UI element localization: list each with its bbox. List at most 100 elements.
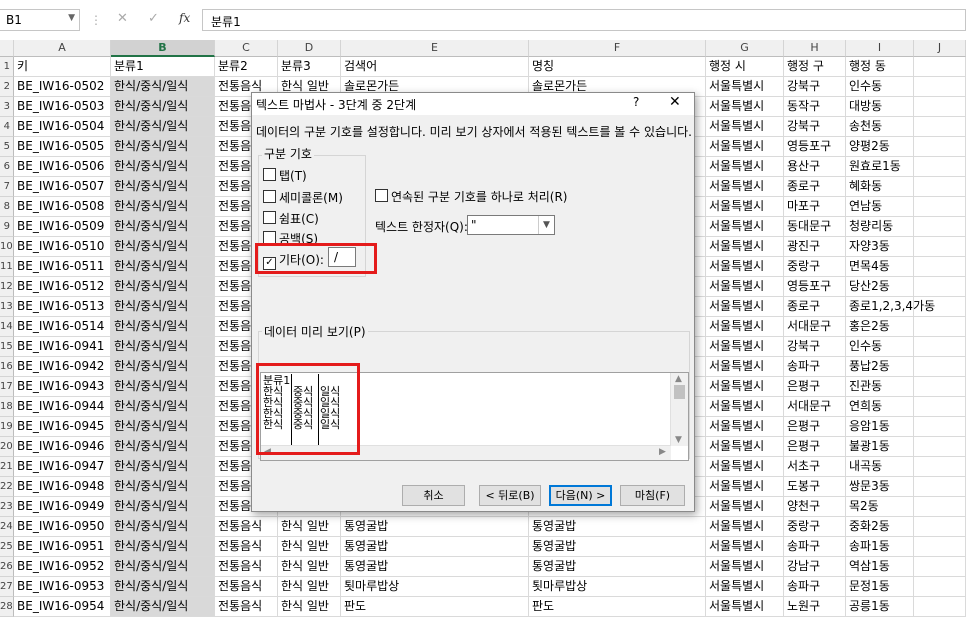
cell-j[interactable] [914,137,966,157]
scroll-down-icon[interactable]: ▼ [675,435,682,445]
cell-j[interactable] [914,597,966,617]
cell-a[interactable]: BE_IW16-0509 [14,217,111,237]
cell-b[interactable]: 한식/중식/일식 [111,157,215,177]
row-header[interactable]: 22 [0,477,14,497]
cell-b[interactable]: 한식/중식/일식 [111,537,215,557]
cell-j[interactable] [914,517,966,537]
cell-b[interactable]: 한식/중식/일식 [111,337,215,357]
cell-a[interactable]: BE_IW16-0942 [14,357,111,377]
cell-g[interactable]: 서울특별시 [706,237,784,257]
cell-b[interactable]: 한식/중식/일식 [111,257,215,277]
row-header[interactable]: 10 [0,237,14,257]
enter-icon[interactable]: ✓ [148,11,159,26]
checkbox-comma[interactable]: 쉼표(C) [263,210,319,227]
cell-j[interactable] [914,577,966,597]
cell-b[interactable]: 한식/중식/일식 [111,577,215,597]
cell-i[interactable]: 양평2동 [846,137,914,157]
cell-c[interactable]: 분류2 [215,57,278,77]
cell-i[interactable]: 인수동 [846,337,914,357]
cell-j[interactable] [914,457,966,477]
cell-a[interactable]: BE_IW16-0504 [14,117,111,137]
cell-i[interactable]: 자양3동 [846,237,914,257]
cell-i[interactable]: 연희동 [846,397,914,417]
qualifier-select[interactable]: " ▼ [467,215,555,235]
cell-j[interactable] [914,217,966,237]
column-header-f[interactable]: F [529,40,706,57]
cell-i[interactable]: 풍납2동 [846,357,914,377]
cell-i[interactable]: 혜화동 [846,177,914,197]
column-break-line[interactable] [291,374,292,448]
cell-e[interactable]: 통영굴밥 [341,557,529,577]
finish-button[interactable]: 마침(F) [620,485,685,506]
chevron-down-icon[interactable]: ▼ [68,13,75,23]
cell-b[interactable]: 한식/중식/일식 [111,277,215,297]
cell-b[interactable]: 한식/중식/일식 [111,137,215,157]
cell-h[interactable]: 은평구 [784,377,846,397]
scroll-thumb[interactable] [674,385,685,399]
checkbox-space[interactable]: 공백(S) [263,230,318,247]
cell-b[interactable]: 한식/중식/일식 [111,517,215,537]
cell-e[interactable]: 통영굴밥 [341,537,529,557]
row-header[interactable]: 8 [0,197,14,217]
cell-e[interactable]: 툇마루밥상 [341,577,529,597]
row-header[interactable]: 11 [0,257,14,277]
chevron-down-icon[interactable]: ▼ [538,216,554,234]
cell-b[interactable]: 한식/중식/일식 [111,597,215,617]
row-header[interactable]: 14 [0,317,14,337]
cell-b[interactable]: 한식/중식/일식 [111,197,215,217]
cell-i[interactable]: 행정 동 [846,57,914,77]
close-icon[interactable]: ✕ [669,94,681,110]
cell-h[interactable]: 강북구 [784,77,846,97]
cell-i[interactable]: 진관동 [846,377,914,397]
cell-a[interactable]: BE_IW16-0502 [14,77,111,97]
cell-j[interactable] [914,277,966,297]
cell-g[interactable]: 서울특별시 [706,337,784,357]
cell-b[interactable]: 한식/중식/일식 [111,237,215,257]
row-header[interactable]: 17 [0,377,14,397]
cell-h[interactable]: 도봉구 [784,477,846,497]
checkbox-other[interactable]: ✓ 기타(O): [263,251,324,270]
cell-g[interactable]: 서울특별시 [706,257,784,277]
cell-b[interactable]: 한식/중식/일식 [111,217,215,237]
cell-j[interactable] [914,357,966,377]
cell-g[interactable]: 서울특별시 [706,217,784,237]
row-header[interactable]: 7 [0,177,14,197]
row-header[interactable]: 19 [0,417,14,437]
cell-b[interactable]: 분류1 [111,57,215,77]
cell-b[interactable]: 한식/중식/일식 [111,477,215,497]
cell-a[interactable]: BE_IW16-0507 [14,177,111,197]
cell-h[interactable]: 서대문구 [784,317,846,337]
cell-d[interactable]: 한식 일반 [278,517,341,537]
cell-j[interactable] [914,497,966,517]
cell-c[interactable]: 전통음식 [215,537,278,557]
cell-a[interactable]: BE_IW16-0951 [14,537,111,557]
scroll-up-icon[interactable]: ▲ [675,374,682,384]
back-button[interactable]: < 뒤로(B) [479,485,541,506]
horizontal-scrollbar[interactable]: ◀ ▶ [261,445,671,460]
cell-g[interactable]: 서울특별시 [706,477,784,497]
cell-b[interactable]: 한식/중식/일식 [111,557,215,577]
cell-f[interactable]: 통영굴밥 [529,557,706,577]
cell-c[interactable]: 전통음식 [215,577,278,597]
row-header[interactable]: 13 [0,297,14,317]
cell-a[interactable]: BE_IW16-0506 [14,157,111,177]
cell-h[interactable]: 양천구 [784,497,846,517]
cell-i[interactable]: 중화2동 [846,517,914,537]
cell-g[interactable]: 서울특별시 [706,537,784,557]
cell-a[interactable]: BE_IW16-0941 [14,337,111,357]
cell-g[interactable]: 서울특별시 [706,397,784,417]
cell-d[interactable]: 한식 일반 [278,537,341,557]
cell-c[interactable]: 전통음식 [215,517,278,537]
select-all-corner[interactable] [0,40,14,57]
row-header[interactable]: 21 [0,457,14,477]
cell-b[interactable]: 한식/중식/일식 [111,377,215,397]
cell-a[interactable]: BE_IW16-0948 [14,477,111,497]
cell-h[interactable]: 은평구 [784,417,846,437]
name-box[interactable]: B1 ▼ [0,9,80,31]
cell-i[interactable]: 청량리동 [846,217,914,237]
cell-a[interactable]: BE_IW16-0513 [14,297,111,317]
column-break-line[interactable] [318,374,319,448]
cell-i[interactable]: 쌍문3동 [846,477,914,497]
cell-a[interactable]: 키 [14,57,111,77]
cell-d[interactable]: 한식 일반 [278,577,341,597]
